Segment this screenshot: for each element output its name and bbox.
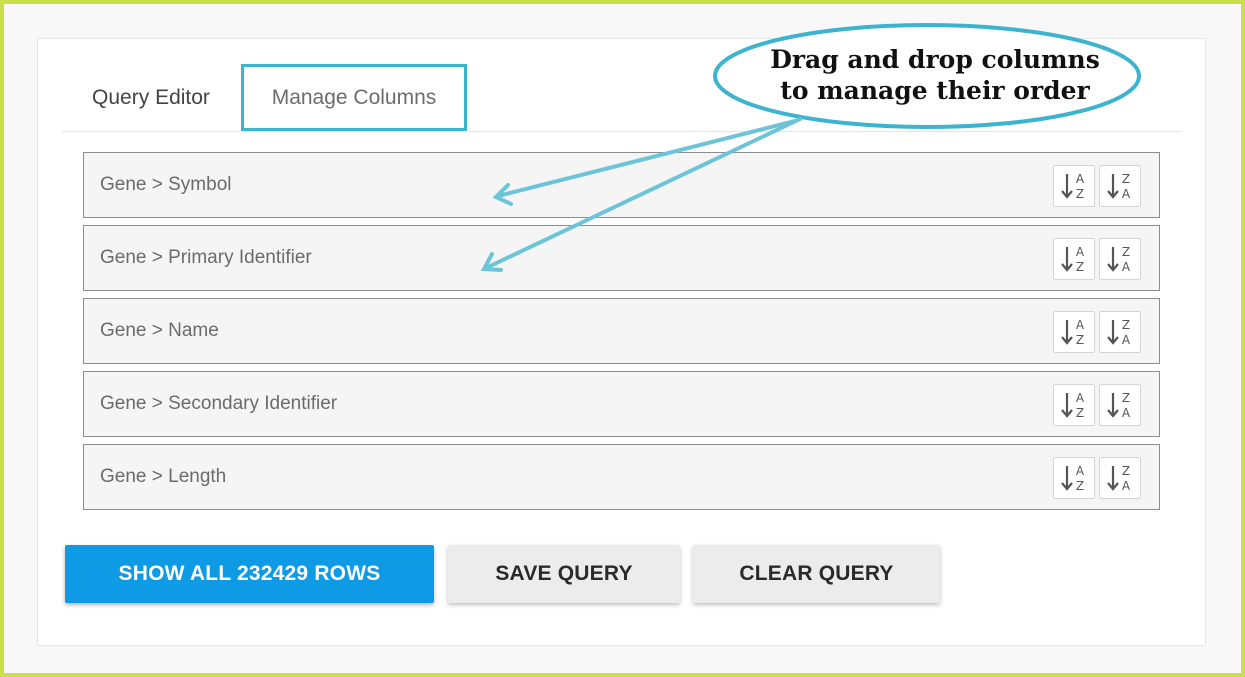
svg-text:Z: Z (1122, 391, 1130, 405)
svg-text:Z: Z (1122, 245, 1130, 259)
sort-ascending-button[interactable]: A Z (1053, 311, 1095, 353)
sort-descending-icon: Z A (1107, 464, 1131, 493)
callout-line-1: Drag and drop columns (770, 45, 1100, 74)
column-list: Gene > Symbol A Z Z A Gene > Primary Ide… (83, 152, 1160, 517)
svg-text:A: A (1122, 187, 1131, 201)
sort-ascending-icon: A Z (1061, 172, 1085, 201)
svg-text:Z: Z (1122, 318, 1130, 332)
svg-text:A: A (1122, 406, 1131, 420)
clear-query-button[interactable]: CLEAR QUERY (693, 545, 940, 603)
svg-text:A: A (1122, 260, 1131, 274)
sort-descending-button[interactable]: Z A (1099, 165, 1141, 207)
column-label: Gene > Symbol (100, 174, 232, 195)
column-label: Gene > Length (100, 466, 227, 487)
svg-text:A: A (1076, 318, 1085, 332)
sort-ascending-button[interactable]: A Z (1053, 165, 1095, 207)
sort-ascending-button[interactable]: A Z (1053, 384, 1095, 426)
svg-text:Z: Z (1076, 479, 1084, 493)
callout-line-2: to manage their order (780, 76, 1090, 105)
column-row[interactable]: Gene > Length A Z Z A (83, 444, 1160, 510)
svg-text:A: A (1076, 464, 1085, 478)
column-row[interactable]: Gene > Name A Z Z A (83, 298, 1160, 364)
tab-manage-columns[interactable]: Manage Columns (241, 64, 467, 131)
sort-descending-icon: Z A (1107, 245, 1131, 274)
svg-text:Z: Z (1076, 187, 1084, 201)
sort-descending-button[interactable]: Z A (1099, 457, 1141, 499)
callout-text: Drag and drop columns to manage their or… (735, 44, 1135, 106)
svg-text:A: A (1122, 333, 1131, 347)
svg-text:A: A (1076, 391, 1085, 405)
svg-text:A: A (1076, 245, 1085, 259)
svg-text:A: A (1076, 172, 1085, 186)
svg-text:Z: Z (1076, 333, 1084, 347)
column-row[interactable]: Gene > Secondary Identifier A Z Z A (83, 371, 1160, 437)
sort-ascending-icon: A Z (1061, 245, 1085, 274)
column-row[interactable]: Gene > Symbol A Z Z A (83, 152, 1160, 218)
sort-descending-button[interactable]: Z A (1099, 311, 1141, 353)
sort-ascending-button[interactable]: A Z (1053, 457, 1095, 499)
column-row[interactable]: Gene > Primary Identifier A Z Z A (83, 225, 1160, 291)
sort-ascending-icon: A Z (1061, 391, 1085, 420)
sort-descending-icon: Z A (1107, 391, 1131, 420)
save-query-button[interactable]: SAVE QUERY (448, 545, 680, 603)
sort-descending-icon: Z A (1107, 318, 1131, 347)
svg-text:Z: Z (1122, 464, 1130, 478)
sort-descending-button[interactable]: Z A (1099, 384, 1141, 426)
sort-ascending-button[interactable]: A Z (1053, 238, 1095, 280)
show-all-rows-button[interactable]: SHOW ALL 232429 ROWS (65, 545, 434, 603)
sort-descending-button[interactable]: Z A (1099, 238, 1141, 280)
sort-ascending-icon: A Z (1061, 464, 1085, 493)
sort-ascending-icon: A Z (1061, 318, 1085, 347)
svg-text:Z: Z (1076, 406, 1084, 420)
svg-text:A: A (1122, 479, 1131, 493)
tab-query-editor[interactable]: Query Editor (62, 64, 240, 131)
sort-descending-icon: Z A (1107, 172, 1131, 201)
svg-text:Z: Z (1076, 260, 1084, 274)
column-label: Gene > Name (100, 320, 219, 341)
column-label: Gene > Primary Identifier (100, 247, 312, 268)
column-label: Gene > Secondary Identifier (100, 393, 338, 414)
svg-text:Z: Z (1122, 172, 1130, 186)
